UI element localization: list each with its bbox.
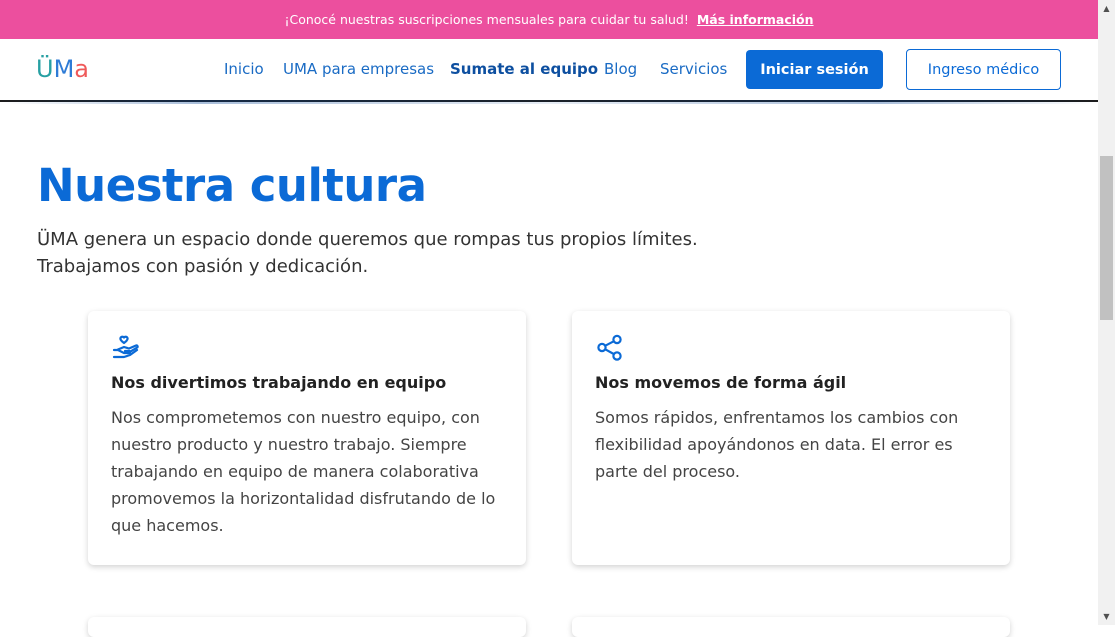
promo-more-info-link[interactable]: Más información (697, 12, 814, 27)
nav-link-blog[interactable]: Blog (604, 60, 637, 78)
hero-description: ÜMA genera un espacio donde queremos que… (37, 226, 757, 280)
nav-shadow (0, 100, 1098, 104)
uma-logo[interactable]: ÜMa (36, 55, 89, 83)
scroll-thumb[interactable] (1100, 156, 1113, 320)
culture-card-partial-4 (572, 617, 1010, 637)
card-text: Nos comprometemos con nuestro equipo, co… (111, 408, 496, 535)
culture-card-agile: Nos movemos de forma ágil Somos rápidos,… (572, 311, 1010, 565)
culture-card-partial-3 (88, 617, 526, 637)
hand-heart-icon (111, 333, 141, 363)
card-title: Nos divertimos trabajando en equipo (111, 373, 447, 392)
nav-link-inicio[interactable]: Inicio (224, 60, 264, 78)
promo-banner: ¡Conocé nuestras suscripciones mensuales… (0, 0, 1098, 39)
login-button[interactable]: Iniciar sesión (746, 50, 883, 89)
promo-text: ¡Conocé nuestras suscripciones mensuales… (284, 12, 689, 27)
culture-card-teamwork: Nos divertimos trabajando en equipo Nos … (88, 311, 526, 565)
scroll-down-arrow-icon[interactable]: ▼ (1098, 608, 1115, 625)
logo-letter-m: M (53, 55, 75, 83)
page-scrollbar[interactable]: ▲ ▼ (1098, 0, 1115, 625)
card-text: Somos rápidos, enfrentamos los cambios c… (595, 408, 959, 481)
hero-line-2: Trabajamos con pasión y dedicación. (37, 256, 369, 277)
top-nav: ÜMa Inicio UMA para empresas Sumate al e… (0, 39, 1098, 102)
nav-link-sumate[interactable]: Sumate al equipo (450, 60, 598, 78)
hero-line-1: ÜMA genera un espacio donde queremos que… (37, 229, 698, 250)
logo-letter-u: Ü (36, 55, 54, 83)
doctor-login-button[interactable]: Ingreso médico (906, 49, 1061, 90)
nav-link-servicios[interactable]: Servicios (660, 60, 727, 78)
card-title: Nos movemos de forma ágil (595, 373, 847, 392)
logo-letter-a: a (74, 55, 90, 83)
nav-link-uma-empresas[interactable]: UMA para empresas (283, 60, 434, 78)
page-title: Nuestra cultura (37, 159, 427, 212)
share-icon (595, 333, 625, 363)
scroll-up-arrow-icon[interactable]: ▲ (1098, 0, 1115, 17)
